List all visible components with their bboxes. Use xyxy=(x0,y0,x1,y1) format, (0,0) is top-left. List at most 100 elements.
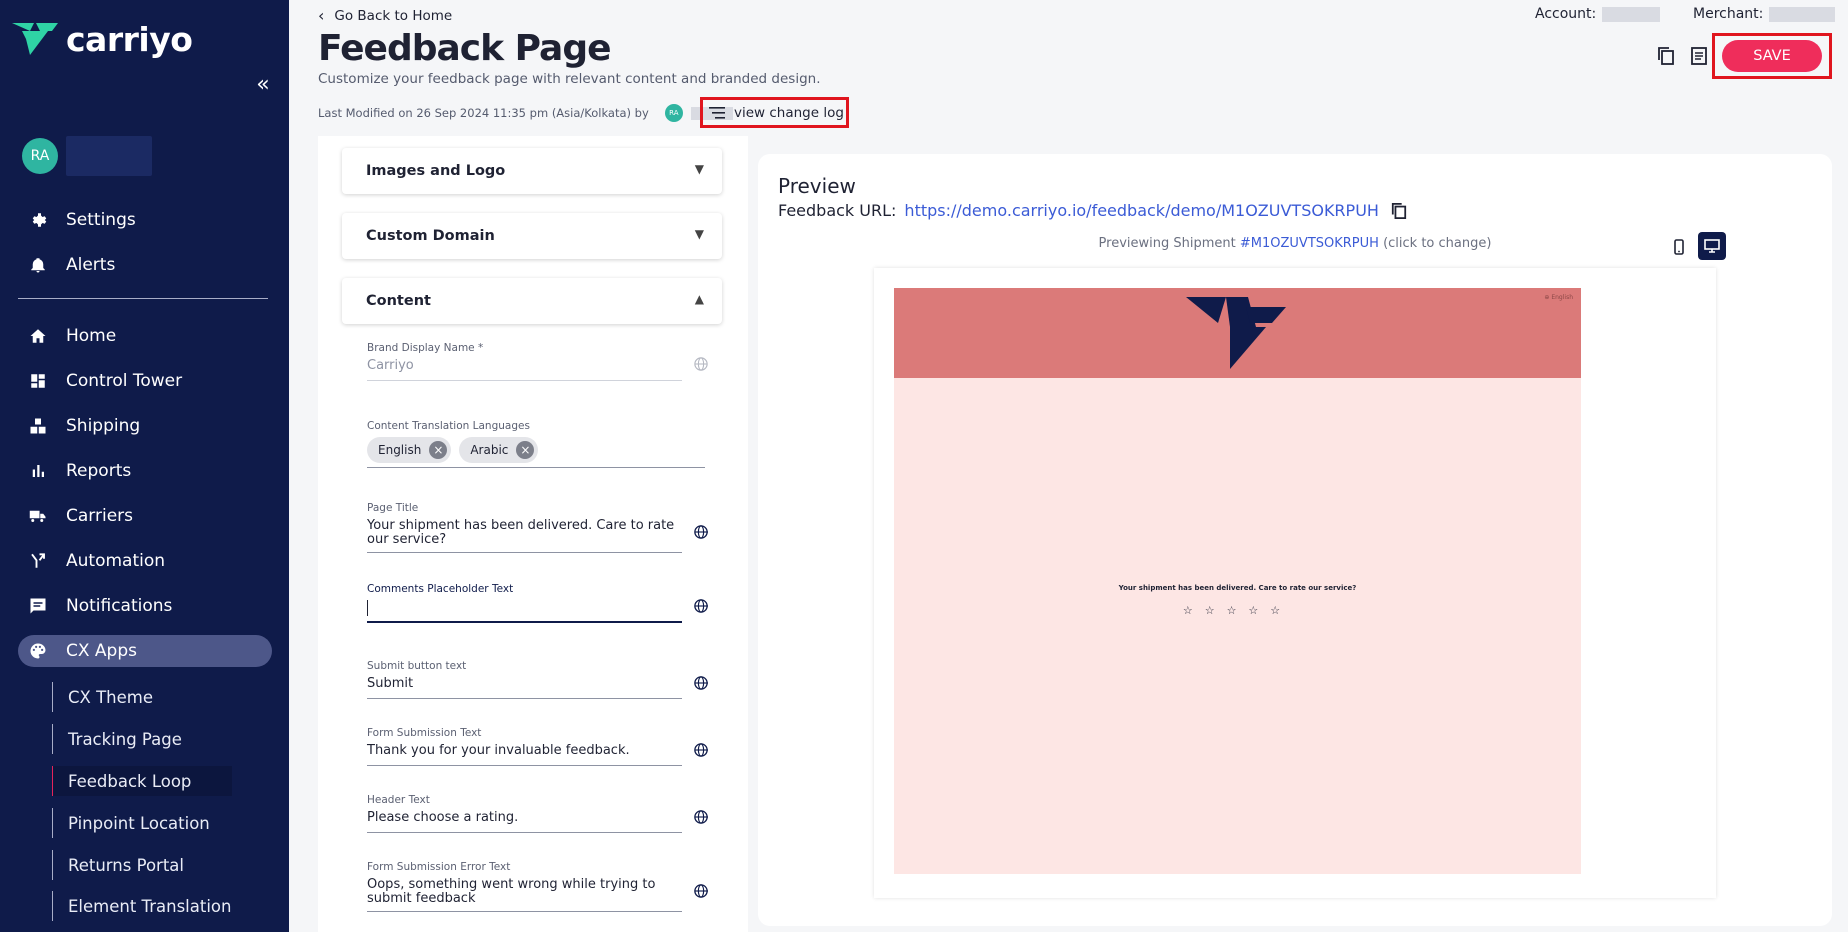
brand-display-name-input[interactable]: Carriyo xyxy=(367,359,682,381)
sidebar-subitem-element-translation[interactable]: Element Translation xyxy=(52,891,232,921)
sidebar-item-label: Notifications xyxy=(66,596,173,616)
palette-icon xyxy=(28,641,48,661)
header-text-field[interactable]: Header Text Please choose a rating. xyxy=(367,794,682,833)
submit-button-text-input[interactable]: Submit xyxy=(367,677,682,699)
chevron-up-icon: ▲ xyxy=(694,292,704,306)
sidebar-item-control-tower[interactable]: Control Tower xyxy=(18,365,272,397)
accordion-images-and-logo[interactable]: Images and Logo ▼ xyxy=(342,148,722,194)
sidebar-subitem-cx-theme[interactable]: CX Theme xyxy=(52,682,232,712)
merchant-selector[interactable]: Merchant: xyxy=(1693,6,1836,22)
merchant-label: Merchant: xyxy=(1693,6,1764,22)
copy-url-icon[interactable] xyxy=(1391,202,1407,220)
automation-icon xyxy=(28,551,48,571)
form-submission-text-field[interactable]: Form Submission Text Thank you for your … xyxy=(367,727,682,766)
document-icon[interactable] xyxy=(1688,45,1710,67)
save-highlight: SAVE xyxy=(1712,33,1832,79)
account-value-redacted xyxy=(1602,6,1661,22)
sidebar-item-notifications[interactable]: Notifications xyxy=(18,590,272,622)
truck-icon xyxy=(28,506,48,526)
globe-icon[interactable] xyxy=(694,599,708,613)
sidebar-item-home[interactable]: Home xyxy=(18,320,272,352)
settings-form-panel: Images and Logo ▼ Custom Domain ▼ Conten… xyxy=(318,136,748,932)
collapse-sidebar-icon[interactable]: « xyxy=(253,74,273,96)
sidebar-item-label: Alerts xyxy=(66,255,116,275)
feedback-url-link[interactable]: https://demo.carriyo.io/feedback/demo/M1… xyxy=(904,201,1379,220)
home-icon xyxy=(28,326,48,346)
page-title-input[interactable]: Your shipment has been delivered. Care t… xyxy=(367,519,682,553)
last-modified-text: Last Modified on 26 Sep 2024 11:35 pm (A… xyxy=(318,106,649,120)
sidebar-item-label: Reports xyxy=(66,461,132,481)
comments-placeholder-input[interactable] xyxy=(367,600,682,623)
carriyo-logo[interactable]: carriyo xyxy=(12,19,193,59)
feedback-url-row: Feedback URL: https://demo.carriyo.io/fe… xyxy=(778,201,1407,220)
sidebar-item-alerts[interactable]: Alerts xyxy=(18,249,272,281)
sidebar-item-label: CX Apps xyxy=(66,641,137,661)
account-selector[interactable]: Account: xyxy=(1535,6,1661,22)
logo-text: carriyo xyxy=(66,19,193,59)
user-profile[interactable]: RA xyxy=(22,136,152,176)
chevron-left-icon: ‹ xyxy=(318,6,325,25)
chip-label: Arabic xyxy=(470,443,509,457)
modifier-avatar: RA xyxy=(664,104,683,122)
sidebar-item-label: Shipping xyxy=(66,416,141,436)
shipment-id-link[interactable]: #M1OZUVTSOKRPUH xyxy=(1240,236,1379,251)
preview-language-label: English xyxy=(1551,294,1573,301)
sidebar-item-label: Carriers xyxy=(66,506,133,526)
sidebar-item-label: Automation xyxy=(66,551,166,571)
brand-logo-icon xyxy=(1186,297,1286,369)
sidebar-item-settings[interactable]: Settings xyxy=(18,204,272,236)
remove-chip-icon[interactable]: × xyxy=(516,441,535,459)
comments-placeholder-field[interactable]: Comments Placeholder Text xyxy=(367,583,682,623)
copy-icon[interactable] xyxy=(1655,45,1677,67)
remove-chip-icon[interactable]: × xyxy=(429,441,448,459)
page-title-field[interactable]: Page Title Your shipment has been delive… xyxy=(367,502,682,553)
chip-label: English xyxy=(378,443,422,457)
sidebar: carriyo « RA Settings Alerts Home Contro… xyxy=(0,0,289,932)
brand-display-name-field[interactable]: Brand Display Name * Carriyo xyxy=(367,342,682,381)
form-submission-text-input[interactable]: Thank you for your invaluable feedback. xyxy=(367,744,682,766)
desktop-view-icon[interactable] xyxy=(1698,232,1726,260)
sidebar-item-label: Home xyxy=(66,326,117,346)
form-submission-error-field[interactable]: Form Submission Error Text Oops, somethi… xyxy=(367,861,682,912)
preview-star-rating[interactable]: ☆☆☆☆☆ xyxy=(894,604,1581,617)
save-button[interactable]: SAVE xyxy=(1722,40,1822,72)
back-link[interactable]: ‹ Go Back to Home xyxy=(318,6,452,25)
sidebar-subitem-pinpoint-location[interactable]: Pinpoint Location xyxy=(52,808,232,838)
globe-icon[interactable] xyxy=(694,676,708,690)
sidebar-item-reports[interactable]: Reports xyxy=(18,455,272,487)
globe-icon[interactable] xyxy=(694,810,708,824)
chevron-down-icon: ▼ xyxy=(694,227,704,241)
back-link-label: Go Back to Home xyxy=(334,7,453,24)
globe-icon[interactable] xyxy=(694,743,708,757)
sidebar-subitem-label: CX Theme xyxy=(68,687,153,707)
language-chips: English × Arabic × xyxy=(367,437,705,468)
page-subtitle: Customize your feedback page with releva… xyxy=(318,71,821,87)
field-label: Brand Display Name * xyxy=(367,342,484,354)
language-chip-arabic: Arabic × xyxy=(459,437,539,463)
preview-language-selector[interactable]: ⊕ English xyxy=(1544,294,1573,301)
sidebar-subitem-label: Element Translation xyxy=(68,896,232,916)
accordion-label: Content xyxy=(366,293,431,309)
sidebar-item-shipping[interactable]: Shipping xyxy=(18,410,272,442)
globe-icon[interactable] xyxy=(694,884,708,898)
sidebar-item-automation[interactable]: Automation xyxy=(18,545,272,577)
sidebar-subitem-returns-portal[interactable]: Returns Portal xyxy=(52,850,232,880)
view-change-log-button[interactable]: view change log xyxy=(700,97,849,128)
header-text-input[interactable]: Please choose a rating. xyxy=(367,811,682,833)
sidebar-subitem-tracking-page[interactable]: Tracking Page xyxy=(52,724,232,754)
sidebar-subitem-feedback-loop[interactable]: Feedback Loop xyxy=(52,766,232,796)
sidebar-subitem-label: Tracking Page xyxy=(68,729,182,749)
accordion-custom-domain[interactable]: Custom Domain ▼ xyxy=(342,213,722,259)
submit-button-text-field[interactable]: Submit button text Submit xyxy=(367,660,682,699)
translation-languages-field[interactable]: Content Translation Languages English × … xyxy=(367,420,707,468)
preview-question: Your shipment has been delivered. Care t… xyxy=(1118,584,1357,592)
accordion-content[interactable]: Content ▲ xyxy=(342,278,722,324)
form-submission-error-input[interactable]: Oops, something went wrong while trying … xyxy=(367,878,682,912)
sidebar-item-carriers[interactable]: Carriers xyxy=(18,500,272,532)
accordion-label: Images and Logo xyxy=(366,163,506,179)
globe-icon[interactable] xyxy=(694,357,708,371)
merchant-value-redacted xyxy=(1769,6,1836,22)
sidebar-item-cx-apps[interactable]: CX Apps xyxy=(18,635,272,667)
mobile-view-icon[interactable] xyxy=(1666,234,1692,260)
globe-icon[interactable] xyxy=(694,525,708,539)
